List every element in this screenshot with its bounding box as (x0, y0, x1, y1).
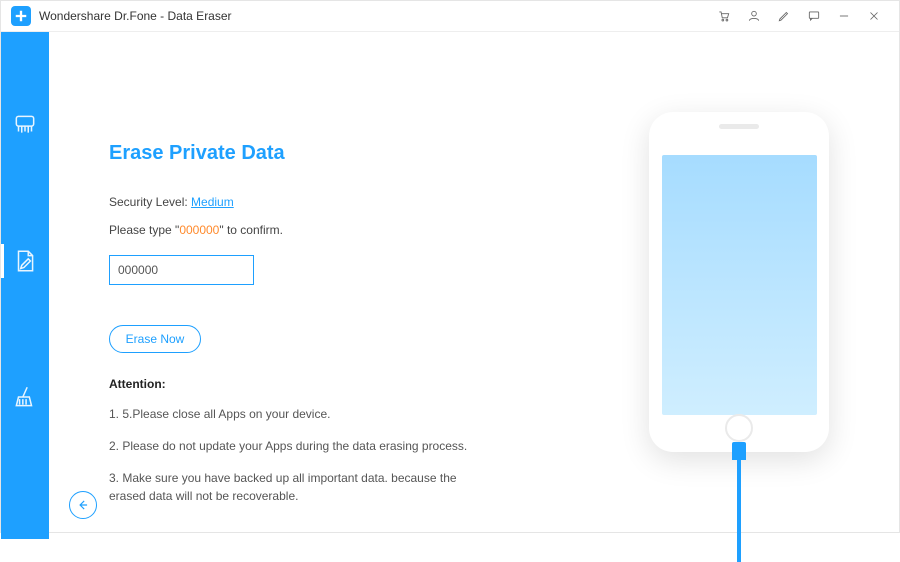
main-panel: Erase Private Data Security Level: Mediu… (49, 32, 579, 539)
sidebar-item-shredder[interactable] (1, 112, 49, 138)
security-level-line: Security Level: Medium (109, 195, 539, 209)
pencil-icon (777, 9, 791, 23)
minimize-button[interactable] (829, 1, 859, 31)
plus-icon (14, 9, 28, 23)
broom-icon (12, 384, 38, 410)
document-edit-icon (12, 248, 38, 274)
usb-cable (735, 442, 743, 562)
sidebar-item-erase-data[interactable] (1, 248, 49, 274)
phone-mockup (649, 112, 829, 452)
attention-item: 2. Please do not update your Apps during… (109, 437, 489, 455)
app-logo (11, 6, 31, 26)
device-illustration (579, 32, 899, 539)
app-window: Wondershare Dr.Fone - Data Eraser (0, 0, 900, 533)
feedback-button[interactable] (799, 1, 829, 31)
app-title: Wondershare Dr.Fone - Data Eraser (39, 9, 232, 23)
back-button[interactable] (69, 491, 97, 519)
attention-title: Attention: (109, 377, 539, 391)
security-level-link[interactable]: Medium (191, 195, 234, 209)
close-icon (867, 9, 881, 23)
attention-item: 1. 5.Please close all Apps on your devic… (109, 405, 489, 423)
attention-item: 3. Make sure you have backed up all impo… (109, 469, 489, 505)
account-button[interactable] (739, 1, 769, 31)
close-button[interactable] (859, 1, 889, 31)
chat-icon (807, 9, 821, 23)
page-title: Erase Private Data (109, 142, 539, 165)
confirm-code-input[interactable] (109, 255, 254, 285)
sidebar (1, 32, 49, 539)
sidebar-item-cleanup[interactable] (1, 384, 49, 410)
shredder-icon (12, 112, 38, 138)
phone-home-button (725, 414, 753, 442)
user-icon (747, 9, 761, 23)
cart-button[interactable] (709, 1, 739, 31)
erase-now-button[interactable]: Erase Now (109, 325, 201, 353)
titlebar: Wondershare Dr.Fone - Data Eraser (1, 1, 899, 32)
security-level-label: Security Level: (109, 195, 191, 209)
phone-screen (662, 155, 817, 415)
confirm-code: 000000 (179, 223, 219, 237)
confirm-instruction: Please type "000000" to confirm. (109, 223, 539, 237)
arrow-left-icon (76, 498, 90, 512)
minimize-icon (837, 9, 851, 23)
edit-button[interactable] (769, 1, 799, 31)
attention-section: Attention: 1. 5.Please close all Apps on… (109, 377, 539, 519)
cart-icon (717, 9, 731, 23)
content-area: Erase Private Data Security Level: Mediu… (1, 32, 899, 539)
